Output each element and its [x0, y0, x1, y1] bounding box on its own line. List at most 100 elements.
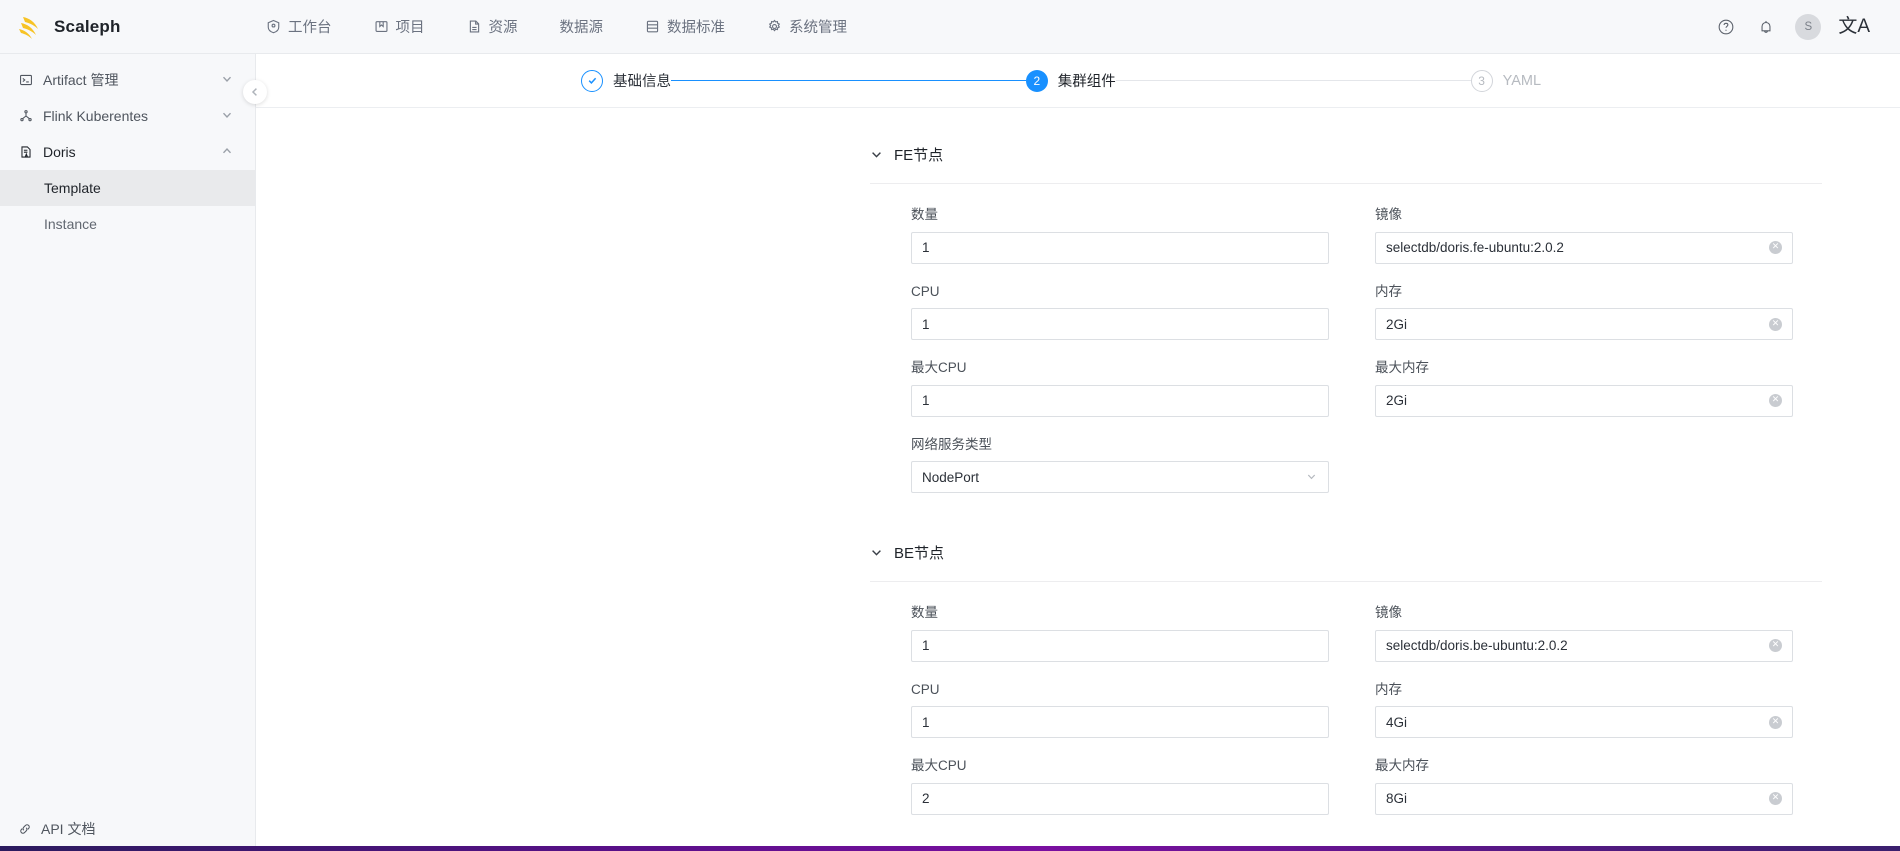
field-value: 1	[922, 393, 930, 409]
sidebar-item-api-docs[interactable]: API 文档	[0, 807, 255, 851]
fe-memory-input[interactable]: 2Gi ✕	[1375, 308, 1793, 341]
sidebar-collapse-button[interactable]	[243, 80, 267, 104]
sidebar-item-label: Artifact 管理	[43, 72, 119, 88]
field-fe-image: 镜像 selectdb/doris.fe-ubuntu:2.0.2 ✕	[1375, 206, 1793, 264]
field-label: 最大内存	[1375, 758, 1429, 774]
section-fe-node: FE节点 数量 1 镜像 selectdb/doris.fe-ubuntu:2.…	[856, 144, 1900, 512]
field-value: NodePort	[922, 469, 980, 485]
field-value: 8Gi	[1386, 791, 1408, 807]
sidebar-subitem-label: Template	[44, 180, 101, 196]
brand[interactable]: Scaleph	[0, 13, 240, 41]
check-icon	[581, 69, 603, 92]
sidebar-item-doris[interactable]: Doris	[0, 134, 255, 170]
nav-label: 数据标准	[667, 20, 725, 36]
field-value: selectdb/doris.be-ubuntu:2.0.2	[1386, 638, 1568, 654]
fe-cpu-input[interactable]: 1	[911, 308, 1329, 341]
avatar[interactable]: S	[1795, 13, 1822, 40]
chevron-down-icon[interactable]	[870, 546, 883, 559]
chevron-left-icon	[250, 87, 260, 97]
field-value: 2Gi	[1386, 393, 1408, 409]
sidebar-footer-label: API 文档	[41, 821, 96, 837]
field-be-image: 镜像 selectdb/doris.be-ubuntu:2.0.2 ✕	[1375, 604, 1793, 662]
gear-icon	[767, 19, 782, 34]
section-be-node: BE节点 数量 1 镜像 selectdb/doris.be-ubuntu:2.…	[856, 542, 1900, 834]
be-cpu-input[interactable]: 1	[911, 706, 1329, 739]
brand-name: Scaleph	[54, 16, 121, 36]
field-fe-max-memory: 最大内存 2Gi ✕	[1375, 359, 1793, 417]
nav-item-resource[interactable]: 资源	[446, 0, 539, 54]
clear-icon[interactable]: ✕	[1769, 639, 1782, 653]
list-icon	[645, 19, 660, 34]
section-title: FE节点	[894, 147, 944, 164]
be-max-cpu-input[interactable]: 2	[911, 782, 1329, 815]
help-button[interactable]	[1706, 0, 1746, 54]
chevron-down-icon[interactable]	[1306, 471, 1318, 483]
chevron-down-icon	[221, 73, 235, 87]
dashboard-icon	[266, 19, 281, 34]
os-taskbar	[0, 846, 1900, 851]
section-header-fe[interactable]: FE节点	[856, 144, 1900, 165]
nav-item-system-management[interactable]: 系统管理	[746, 0, 868, 54]
sidebar-item-artifact-management[interactable]: Artifact 管理	[0, 62, 255, 98]
question-circle-icon	[1717, 18, 1735, 36]
field-value: 1	[922, 240, 930, 256]
app-root: Scaleph 工作台 项目 资源 数据源 数据标准 系统管理 S 文A Art…	[0, 0, 1900, 851]
field-fe-cpu: CPU 1	[911, 283, 1329, 341]
be-max-memory-input[interactable]: 8Gi ✕	[1375, 782, 1793, 815]
fe-max-cpu-input[interactable]: 1	[911, 384, 1329, 417]
sidebar-item-instance[interactable]: Instance	[0, 206, 255, 242]
file-icon	[467, 19, 482, 34]
link-icon	[18, 822, 32, 836]
chevron-up-icon	[221, 145, 235, 159]
field-label: 数量	[911, 605, 938, 621]
step-cluster-components[interactable]: 2 集群组件	[1025, 69, 1116, 92]
chevron-down-icon[interactable]	[870, 148, 883, 161]
step-basic-info[interactable]: 基础信息	[581, 69, 671, 92]
field-value: 1	[922, 638, 930, 654]
sidebar: Artifact 管理 Flink Kuberentes Doris Templ…	[0, 54, 267, 851]
sidebar-item-template[interactable]: Template	[0, 170, 255, 206]
fe-quantity-input[interactable]: 1	[911, 231, 1329, 264]
notifications-button[interactable]	[1746, 0, 1786, 54]
step-number: 3	[1470, 69, 1493, 92]
field-value: 4Gi	[1386, 714, 1408, 730]
fe-max-memory-input[interactable]: 2Gi ✕	[1375, 384, 1793, 417]
section-header-be[interactable]: BE节点	[856, 542, 1900, 563]
nav-item-datasource[interactable]: 数据源	[539, 0, 625, 54]
fe-service-type-select[interactable]: NodePort	[911, 461, 1329, 494]
clear-icon[interactable]: ✕	[1769, 394, 1782, 408]
nav-label: 工作台	[288, 20, 332, 36]
sidebar-item-flink-kubernetes[interactable]: Flink Kuberentes	[0, 98, 255, 134]
translate-icon[interactable]: 文A	[1830, 17, 1878, 36]
scaleph-logo-icon	[16, 13, 44, 41]
nav-item-workbench[interactable]: 工作台	[245, 0, 353, 54]
clear-icon[interactable]: ✕	[1769, 792, 1782, 806]
nav-item-data-standard[interactable]: 数据标准	[624, 0, 746, 54]
step-connector-1	[671, 80, 1026, 81]
field-fe-memory: 内存 2Gi ✕	[1375, 283, 1793, 341]
component-form: FE节点 数量 1 镜像 selectdb/doris.fe-ubuntu:2.…	[856, 108, 1900, 834]
terminal-icon	[18, 72, 34, 88]
field-value: selectdb/doris.fe-ubuntu:2.0.2	[1386, 240, 1564, 256]
field-label: 数量	[911, 207, 938, 222]
doris-icon	[18, 144, 34, 160]
field-label: 内存	[1375, 283, 1402, 299]
be-image-input[interactable]: selectdb/doris.be-ubuntu:2.0.2 ✕	[1375, 629, 1793, 662]
header-actions: S 文A	[1706, 0, 1900, 54]
step-yaml[interactable]: 3 YAML	[1470, 69, 1541, 92]
field-label: 镜像	[1375, 207, 1402, 222]
nav-label: 项目	[395, 20, 425, 36]
be-quantity-input[interactable]: 1	[911, 629, 1329, 662]
clear-icon[interactable]: ✕	[1769, 241, 1782, 255]
sidebar-menu: Artifact 管理 Flink Kuberentes Doris Templ…	[0, 54, 255, 807]
form-scroll-area[interactable]: FE节点 数量 1 镜像 selectdb/doris.fe-ubuntu:2.…	[256, 108, 1900, 851]
fe-image-input[interactable]: selectdb/doris.fe-ubuntu:2.0.2 ✕	[1375, 231, 1793, 264]
clear-icon[interactable]: ✕	[1769, 715, 1782, 729]
top-header: Scaleph 工作台 项目 资源 数据源 数据标准 系统管理 S 文A	[0, 0, 1900, 54]
field-fe-quantity: 数量 1	[911, 206, 1329, 264]
field-label: 最大CPU	[911, 758, 967, 774]
nav-item-project[interactable]: 项目	[353, 0, 446, 54]
main-content: 基础信息 2 集群组件 3 YAML FE节点 数量 1 镜像 selectdb…	[256, 54, 1900, 851]
be-memory-input[interactable]: 4Gi ✕	[1375, 706, 1793, 739]
clear-icon[interactable]: ✕	[1769, 317, 1782, 331]
